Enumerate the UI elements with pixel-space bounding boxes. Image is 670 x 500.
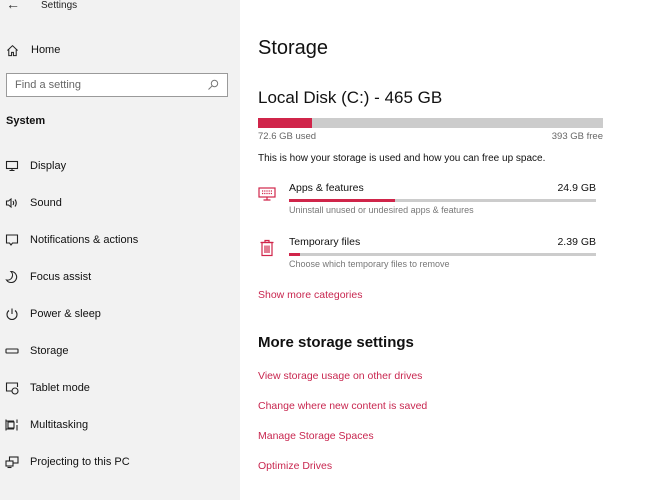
tablet-mode-icon [5,382,19,395]
sidebar-item-label: Notifications & actions [30,234,139,246]
home-icon [7,44,18,56]
apps-features-icon [258,187,276,201]
category-temporary-files[interactable]: Temporary files 2.39 GB Choose which tem… [258,236,598,276]
sidebar-item-label: Tablet mode [30,382,90,394]
category-size: 24.9 GB [557,182,596,194]
category-name: Temporary files [289,236,361,248]
title-bar: ← Settings [0,0,240,14]
category-usage-bar-fill [289,253,300,256]
sidebar-item-label: Focus assist [30,271,92,283]
sidebar-item-label: Multitasking [30,419,89,431]
sidebar-item-home[interactable]: Home [6,41,226,59]
manage-storage-spaces-link[interactable]: Manage Storage Spaces [258,430,374,442]
category-size: 2.39 GB [557,236,596,248]
category-name: Apps & features [289,182,364,194]
category-description: Uninstall unused or undesired apps & fea… [289,205,474,215]
section-label-system: System [6,115,46,127]
sidebar-item-tablet-mode[interactable]: Tablet mode [5,378,235,398]
sidebar-item-projecting[interactable]: Projecting to this PC [5,452,235,472]
more-storage-settings-heading: More storage settings [258,334,414,351]
disk-title: Local Disk (C:) - 465 GB [258,88,443,107]
multitasking-icon [5,419,18,431]
power-icon [6,308,18,321]
category-apps-features[interactable]: Apps & features 24.9 GB Uninstall unused… [258,182,598,222]
trash-icon [260,239,274,257]
search-icon[interactable] [207,79,219,91]
disk-usage-bar[interactable] [258,118,603,128]
app-title: Settings [41,0,78,11]
disk-description: This is how your storage is used and how… [258,153,546,164]
sidebar-item-display[interactable]: Display [5,156,235,176]
notifications-icon [5,234,19,246]
disk-usage-bar-fill [258,118,312,128]
disk-used-label: 72.6 GB used [258,131,317,142]
category-usage-bar [289,199,596,202]
sidebar-item-label: Sound [30,197,62,209]
page-title: Storage [258,37,329,59]
search-input[interactable] [7,74,207,96]
sidebar-item-multitasking[interactable]: Multitasking [5,415,235,435]
sidebar-item-label: Power & sleep [30,308,101,320]
sidebar: ← Settings Home System Display Sound Not… [0,0,240,500]
sidebar-item-label: Storage [30,345,69,357]
category-usage-bar [289,253,596,256]
search-box[interactable] [6,73,228,97]
change-save-location-link[interactable]: Change where new content is saved [258,400,427,412]
sidebar-item-sound[interactable]: Sound [5,193,235,213]
display-icon [5,160,19,172]
back-arrow-icon[interactable]: ← [6,0,22,12]
category-description: Choose which temporary files to remove [289,259,450,269]
sidebar-item-focus-assist[interactable]: Focus assist [5,267,235,287]
disk-free-label: 393 GB free [551,131,603,142]
sidebar-item-label: Display [30,160,67,172]
sidebar-item-power-sleep[interactable]: Power & sleep [5,304,235,324]
sound-icon [5,197,17,209]
projecting-icon [5,456,19,469]
sidebar-item-storage[interactable]: Storage [5,341,235,361]
optimize-drives-link[interactable]: Optimize Drives [258,460,332,472]
home-label: Home [31,44,61,56]
main-content: Storage Local Disk (C:) - 465 GB 72.6 GB… [240,0,670,500]
moon-icon [5,270,18,284]
view-other-drives-link[interactable]: View storage usage on other drives [258,370,422,382]
storage-icon [5,348,19,354]
sidebar-item-label: Projecting to this PC [30,456,130,468]
show-more-categories-link[interactable]: Show more categories [258,289,362,301]
sidebar-item-notifications[interactable]: Notifications & actions [5,230,235,250]
category-usage-bar-fill [289,199,395,202]
